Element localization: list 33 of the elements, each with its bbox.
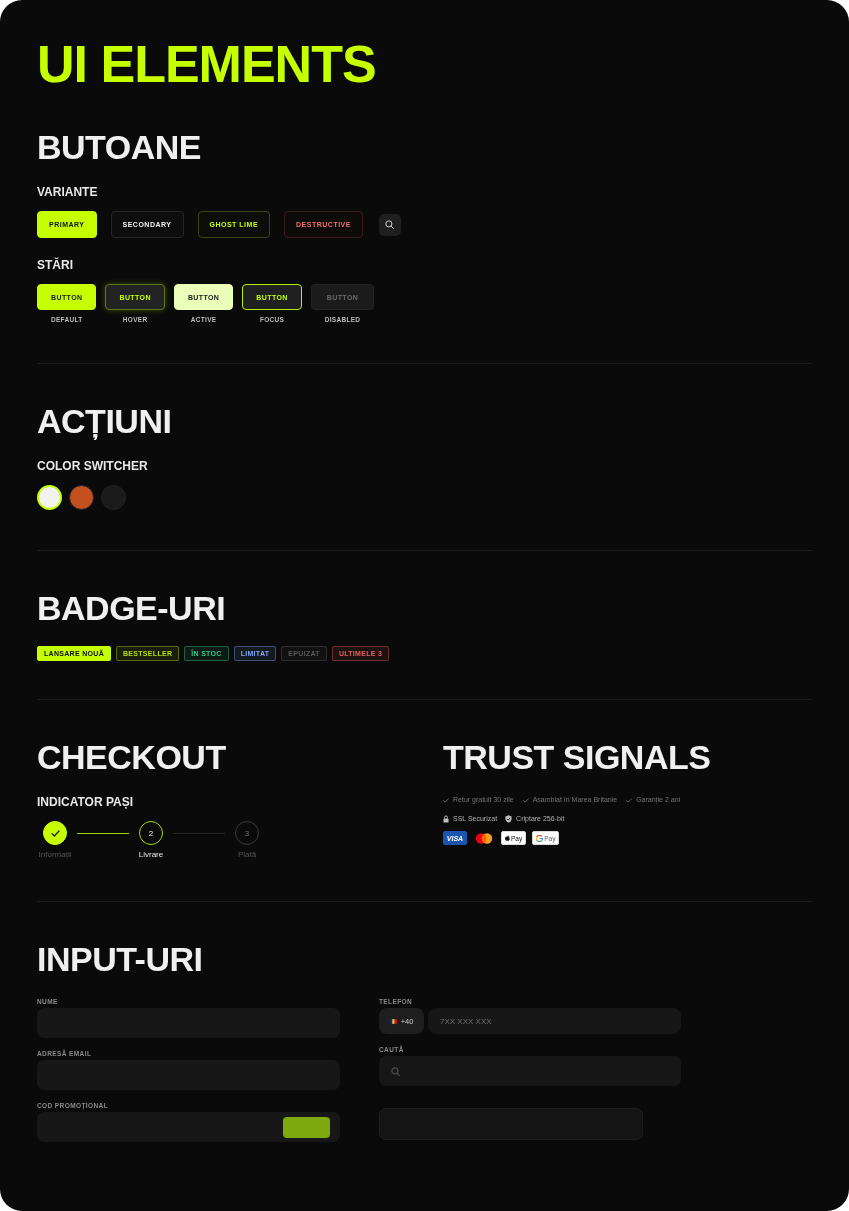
section-heading: TRUST SIGNALS: [443, 739, 711, 775]
flag-icon: [389, 1018, 397, 1024]
subsection-label: INDICATOR PAȘI: [37, 795, 133, 809]
promo-submit-button[interactable]: [283, 1116, 330, 1138]
search-icon: [391, 1066, 400, 1076]
subsection-label: STĂRI: [37, 258, 73, 272]
lock-icon: [443, 815, 449, 823]
page-title: UI ELEMENTS: [37, 38, 376, 90]
promo-code-field[interactable]: [37, 1112, 340, 1142]
step-label: Livrare: [138, 849, 164, 861]
check-icon: [50, 829, 60, 837]
mastercard-logo-icon: [475, 832, 493, 844]
search-button[interactable]: [378, 213, 401, 236]
subsection-label: COLOR SWITCHER: [37, 459, 148, 473]
subsection-label: VARIANTE: [37, 185, 98, 199]
section-heading: ACȚIUNI: [37, 403, 172, 439]
check-icon: [626, 797, 633, 803]
check-icon: [522, 797, 529, 803]
step-connector: [77, 832, 129, 834]
phone-input[interactable]: 7XX XXX XXX: [428, 1008, 681, 1034]
google-g-icon: [536, 834, 544, 842]
search-field[interactable]: [379, 1056, 681, 1086]
color-swatch[interactable]: [69, 485, 94, 510]
section-heading: BUTOANE: [37, 129, 201, 165]
section-heading: BADGE-URI: [37, 590, 226, 626]
step-label: Plată: [237, 849, 257, 861]
section-heading: INPUT-URI: [37, 941, 203, 977]
search-icon: [385, 220, 395, 229]
step-label: Informații: [38, 849, 72, 861]
apple-icon: [505, 835, 510, 841]
shield-icon: [505, 815, 513, 823]
check-icon: [443, 797, 449, 803]
section-heading: CHECKOUT: [37, 739, 226, 775]
